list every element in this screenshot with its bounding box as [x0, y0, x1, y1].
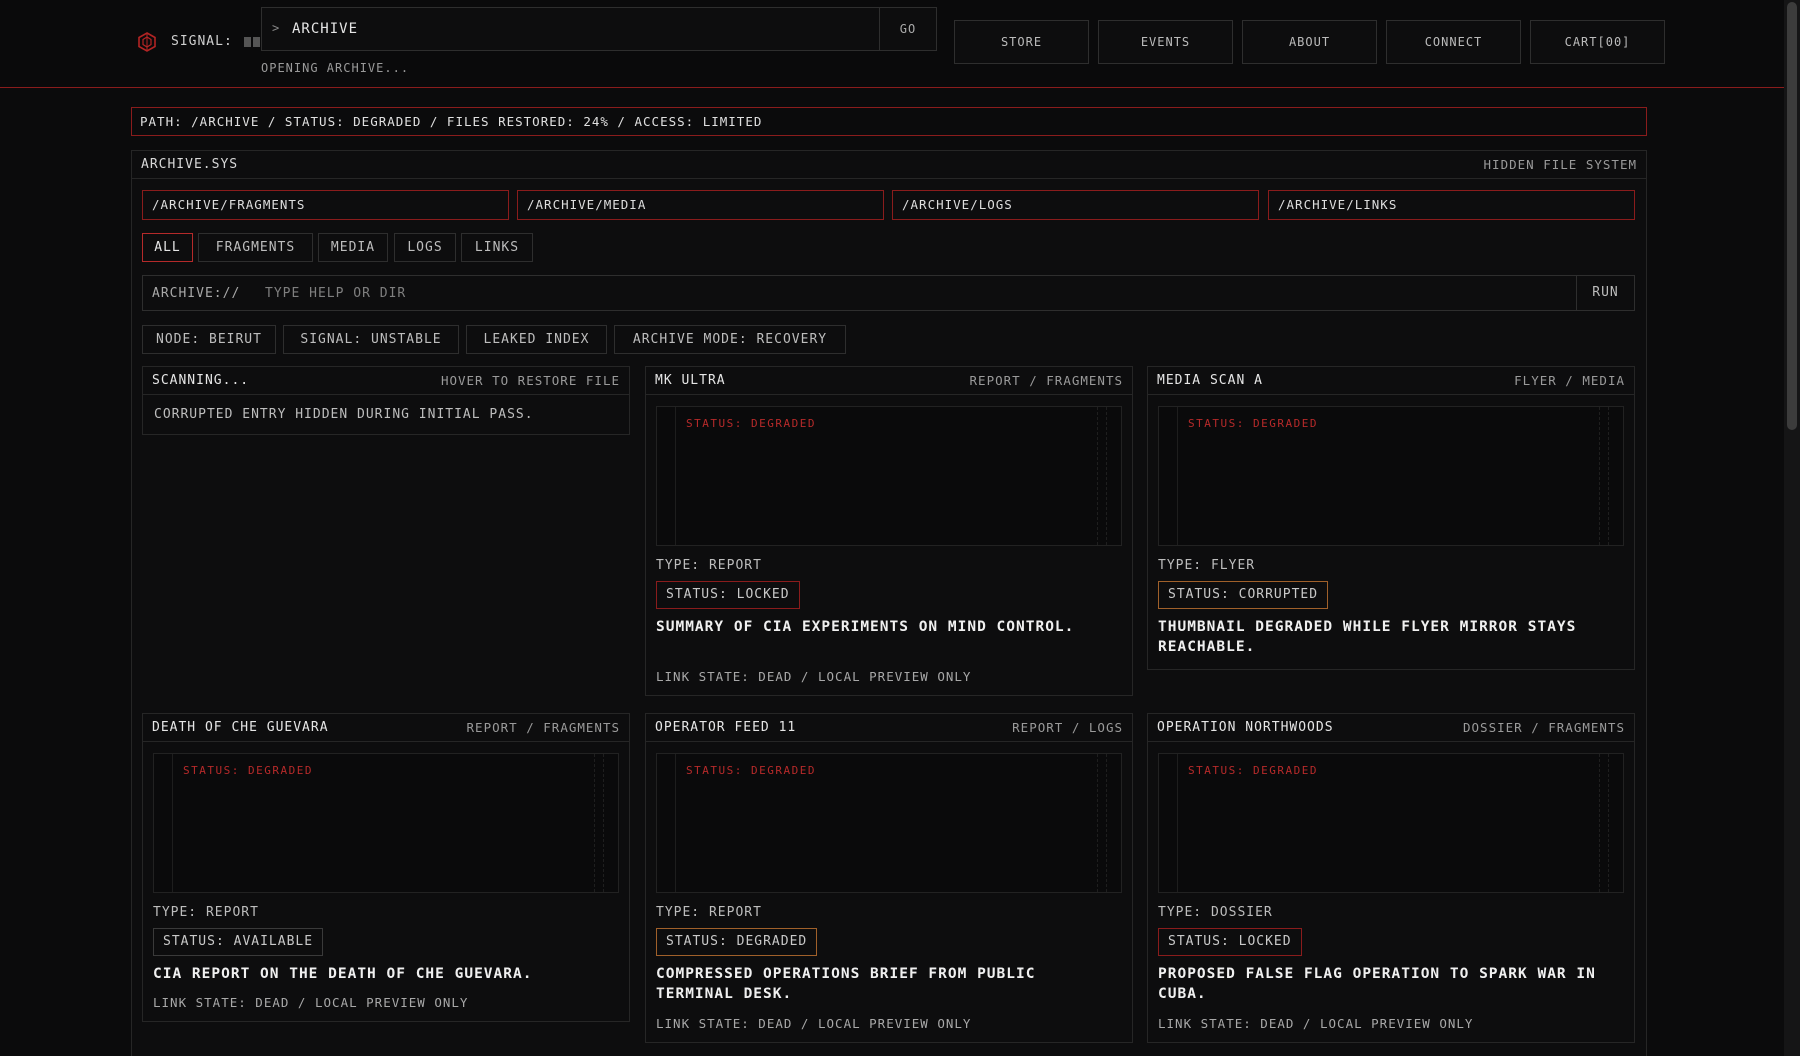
- thumbnail-status: STATUS: DEGRADED: [686, 764, 816, 777]
- top-bar: SIGNAL: > ARCHIVE GO OPENING ARCHIVE... …: [0, 0, 1784, 88]
- card-title: DEATH OF CHE GUEVARA: [152, 720, 329, 735]
- card-thumbnail[interactable]: STATUS: DEGRADED: [153, 753, 619, 893]
- command-status: OPENING ARCHIVE...: [261, 61, 410, 75]
- card-link-state: LINK STATE: DEAD / LOCAL PREVIEW ONLY: [1158, 1016, 1474, 1031]
- card-link-state: LINK STATE: DEAD / LOCAL PREVIEW ONLY: [656, 1016, 972, 1031]
- dir-media-button[interactable]: /ARCHIVE/MEDIA: [517, 190, 884, 220]
- archive-terminal[interactable]: ARCHIVE:// TYPE HELP OR DIR RUN: [142, 275, 1635, 311]
- filter-links-button[interactable]: LINKS: [461, 233, 533, 262]
- status-badge: STATUS: DEGRADED: [656, 928, 818, 956]
- status-badge: STATUS: LOCKED: [1158, 928, 1302, 956]
- filter-media-button[interactable]: MEDIA: [318, 233, 388, 262]
- card-title: MK ULTRA: [655, 373, 726, 388]
- card-link-state: LINK STATE: DEAD / LOCAL PREVIEW ONLY: [656, 669, 972, 684]
- file-card[interactable]: MK ULTRA REPORT / FRAGMENTS STATUS: DEGR…: [645, 366, 1133, 696]
- scanning-card[interactable]: SCANNING... HOVER TO RESTORE FILE CORRUP…: [142, 366, 630, 435]
- card-header: MEDIA SCAN A FLYER / MEDIA: [1148, 367, 1634, 395]
- path-status-bar: PATH: /ARCHIVE / STATUS: DEGRADED / FILE…: [131, 107, 1647, 136]
- card-type: TYPE: REPORT: [656, 905, 762, 920]
- nav-events-button[interactable]: EVENTS: [1098, 20, 1233, 64]
- panel-title: ARCHIVE.SYS: [141, 157, 239, 172]
- card-title: SCANNING...: [152, 373, 250, 388]
- filter-fragments-button[interactable]: FRAGMENTS: [198, 233, 313, 262]
- tag-archive-mode: ARCHIVE MODE: RECOVERY: [614, 325, 846, 354]
- card-category: DOSSIER / FRAGMENTS: [1463, 720, 1625, 735]
- signal-strength-icon: [244, 37, 260, 47]
- dir-links-button[interactable]: /ARCHIVE/LINKS: [1268, 190, 1635, 220]
- card-category: REPORT / LOGS: [1012, 720, 1123, 735]
- command-input[interactable]: ARCHIVE: [292, 21, 358, 37]
- card-hint: HOVER TO RESTORE FILE: [440, 373, 620, 388]
- status-badge: STATUS: CORRUPTED: [1158, 581, 1329, 609]
- thumbnail-status: STATUS: DEGRADED: [1188, 764, 1318, 777]
- go-button[interactable]: GO: [879, 8, 936, 50]
- card-type: TYPE: DOSSIER: [1158, 905, 1273, 920]
- card-category: FLYER / MEDIA: [1514, 373, 1625, 388]
- card-type: TYPE: REPORT: [656, 558, 762, 573]
- card-category: REPORT / FRAGMENTS: [969, 373, 1123, 388]
- scrollbar-thumb[interactable]: [1787, 2, 1797, 430]
- card-body: CORRUPTED ENTRY HIDDEN DURING INITIAL PA…: [154, 407, 534, 422]
- dir-fragments-button[interactable]: /ARCHIVE/FRAGMENTS: [142, 190, 509, 220]
- card-header: OPERATOR FEED 11 REPORT / LOGS: [646, 714, 1132, 742]
- card-title: OPERATION NORTHWOODS: [1157, 720, 1334, 735]
- file-card[interactable]: DEATH OF CHE GUEVARA REPORT / FRAGMENTS …: [142, 713, 630, 1022]
- chevron-right-icon: >: [272, 21, 281, 35]
- status-badge: STATUS: AVAILABLE: [153, 928, 324, 956]
- filter-all-button[interactable]: ALL: [142, 233, 193, 262]
- card-header: MK ULTRA REPORT / FRAGMENTS: [646, 367, 1132, 395]
- card-header: DEATH OF CHE GUEVARA REPORT / FRAGMENTS: [143, 714, 629, 742]
- tag-signal: SIGNAL: UNSTABLE: [283, 325, 459, 354]
- command-bar[interactable]: > ARCHIVE GO: [261, 7, 937, 51]
- card-thumbnail[interactable]: STATUS: DEGRADED: [1158, 753, 1624, 893]
- status-badge: STATUS: LOCKED: [656, 581, 800, 609]
- card-header: OPERATION NORTHWOODS DOSSIER / FRAGMENTS: [1148, 714, 1634, 742]
- filter-logs-button[interactable]: LOGS: [394, 233, 456, 262]
- nav-about-button[interactable]: ABOUT: [1242, 20, 1377, 64]
- card-title: MEDIA SCAN A: [1157, 373, 1263, 388]
- file-card[interactable]: OPERATOR FEED 11 REPORT / LOGS STATUS: D…: [645, 713, 1133, 1043]
- thumbnail-status: STATUS: DEGRADED: [686, 417, 816, 430]
- scrollbar-track[interactable]: [1784, 0, 1800, 1056]
- panel-header: ARCHIVE.SYS HIDDEN FILE SYSTEM: [132, 151, 1646, 179]
- card-title: OPERATOR FEED 11: [655, 720, 797, 735]
- nav-connect-button[interactable]: CONNECT: [1386, 20, 1521, 64]
- card-description: CIA REPORT ON THE DEATH OF CHE GUEVARA.: [153, 966, 533, 982]
- signal-label: SIGNAL:: [171, 34, 233, 49]
- panel-subtitle: HIDDEN FILE SYSTEM: [1483, 157, 1637, 172]
- card-thumbnail[interactable]: STATUS: DEGRADED: [1158, 406, 1624, 546]
- file-card[interactable]: OPERATION NORTHWOODS DOSSIER / FRAGMENTS…: [1147, 713, 1635, 1043]
- card-link-state: LINK STATE: DEAD / LOCAL PREVIEW ONLY: [153, 995, 469, 1010]
- card-thumbnail[interactable]: STATUS: DEGRADED: [656, 753, 1122, 893]
- card-category: REPORT / FRAGMENTS: [466, 720, 620, 735]
- card-header: SCANNING... HOVER TO RESTORE FILE: [143, 367, 629, 395]
- card-type: TYPE: FLYER: [1158, 558, 1256, 573]
- card-description: COMPRESSED OPERATIONS BRIEF FROM PUBLIC …: [656, 966, 1036, 1002]
- card-description: SUMMARY OF CIA EXPERIMENTS ON MIND CONTR…: [656, 619, 1075, 635]
- logo-icon[interactable]: [138, 32, 156, 52]
- terminal-input[interactable]: TYPE HELP OR DIR: [265, 286, 406, 301]
- run-button[interactable]: RUN: [1576, 276, 1634, 310]
- file-card[interactable]: MEDIA SCAN A FLYER / MEDIA STATUS: DEGRA…: [1147, 366, 1635, 670]
- terminal-label: ARCHIVE://: [152, 286, 241, 301]
- card-description: THUMBNAIL DEGRADED WHILE FLYER MIRROR ST…: [1158, 619, 1577, 655]
- card-type: TYPE: REPORT: [153, 905, 259, 920]
- nav-cart-button[interactable]: CART[00]: [1530, 20, 1665, 64]
- tag-leaked-index: LEAKED INDEX: [466, 325, 607, 354]
- dir-logs-button[interactable]: /ARCHIVE/LOGS: [892, 190, 1259, 220]
- card-description: PROPOSED FALSE FLAG OPERATION TO SPARK W…: [1158, 966, 1596, 1002]
- thumbnail-status: STATUS: DEGRADED: [183, 764, 313, 777]
- tag-node: NODE: BEIRUT: [142, 325, 276, 354]
- thumbnail-status: STATUS: DEGRADED: [1188, 417, 1318, 430]
- card-thumbnail[interactable]: STATUS: DEGRADED: [656, 406, 1122, 546]
- nav-store-button[interactable]: STORE: [954, 20, 1089, 64]
